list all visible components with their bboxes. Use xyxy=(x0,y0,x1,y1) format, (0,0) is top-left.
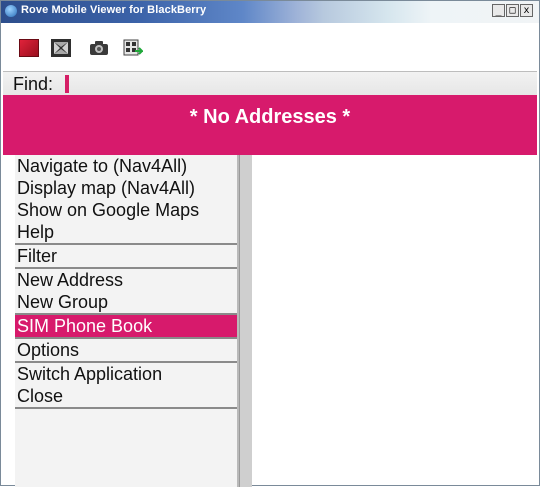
menu-item-filter[interactable]: Filter xyxy=(15,245,237,267)
no-addresses-text: * No Addresses * xyxy=(189,106,351,128)
window-title: Rove Mobile Viewer for BlackBerry xyxy=(21,4,207,16)
maximize-button[interactable]: □ xyxy=(506,4,519,17)
menu-item-close[interactable]: Close xyxy=(15,385,237,407)
menu-item-switch-application[interactable]: Switch Application xyxy=(15,363,237,385)
menu-item-help[interactable]: Help xyxy=(15,221,237,243)
find-bar[interactable]: Find: xyxy=(3,71,537,97)
stop-icon[interactable] xyxy=(19,39,39,57)
export-icon[interactable] xyxy=(123,39,145,57)
close-button[interactable]: x xyxy=(520,4,533,17)
menu-group-app: Switch Application Close xyxy=(15,363,237,409)
menu-item-sim-phone-book[interactable]: SIM Phone Book xyxy=(15,315,237,337)
menu-item-options[interactable]: Options xyxy=(15,339,237,361)
menu-group-filter: Filter xyxy=(15,245,237,269)
app-icon xyxy=(5,5,17,17)
toolbar xyxy=(3,31,537,67)
menu-item-display-map[interactable]: Display map (Nav4All) xyxy=(15,177,237,199)
menu-group-navigation: Navigate to (Nav4All) Display map (Nav4A… xyxy=(15,155,237,245)
menu-item-new-address[interactable]: New Address xyxy=(15,269,237,291)
menu-group-options: Options xyxy=(15,339,237,363)
menu-group-sim: SIM Phone Book xyxy=(15,315,237,339)
menu-group-new: New Address New Group xyxy=(15,269,237,315)
menu-item-navigate-to[interactable]: Navigate to (Nav4All) xyxy=(15,155,237,177)
find-input[interactable] xyxy=(65,75,69,93)
menu-scrollbar[interactable] xyxy=(239,155,252,487)
context-menu: Navigate to (Nav4All) Display map (Nav4A… xyxy=(15,155,239,487)
find-label: Find: xyxy=(13,74,54,94)
app-window: Rove Mobile Viewer for BlackBerry _ □ x xyxy=(0,0,540,487)
minimize-button[interactable]: _ xyxy=(492,4,505,17)
menu-item-new-group[interactable]: New Group xyxy=(15,291,237,313)
title-bar[interactable]: Rove Mobile Viewer for BlackBerry _ □ x xyxy=(1,1,539,23)
window-controls: _ □ x xyxy=(492,4,533,17)
fullscreen-icon[interactable] xyxy=(51,39,71,57)
menu-item-show-on-google-maps[interactable]: Show on Google Maps xyxy=(15,199,237,221)
camera-icon[interactable] xyxy=(89,39,109,57)
address-status-banner: * No Addresses * xyxy=(3,95,537,155)
